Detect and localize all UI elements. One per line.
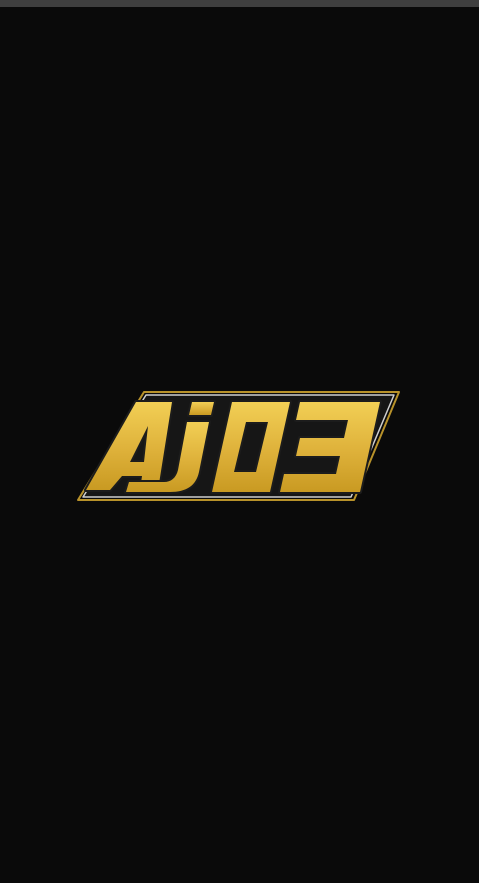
- aj03-logo-icon: [74, 388, 404, 504]
- logo-graphic: [77, 391, 400, 501]
- status-bar: [0, 0, 479, 7]
- splash-screen: [0, 0, 479, 883]
